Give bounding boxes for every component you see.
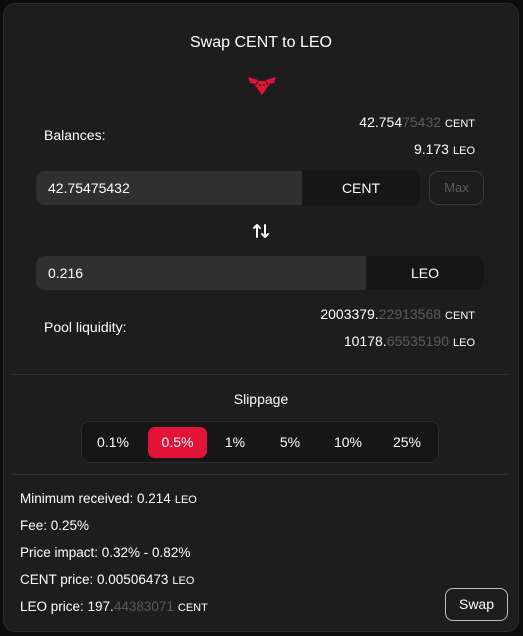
leo-balance-unit: LEO bbox=[452, 145, 475, 157]
from-amount-input[interactable]: 42.75475432 bbox=[48, 180, 130, 196]
leo-price-value: 197. bbox=[87, 599, 114, 614]
divider bbox=[12, 474, 508, 475]
balances-label: Balances: bbox=[44, 127, 106, 143]
slippage-option-1[interactable]: 1% bbox=[213, 427, 257, 458]
slippage-option-10[interactable]: 10% bbox=[321, 427, 375, 458]
leo-balance-value: 9.173 bbox=[413, 141, 449, 157]
pool-leo-liquidity: 10178.65535190 LEO bbox=[344, 333, 475, 349]
pool-cent-value: 2003379. bbox=[320, 306, 379, 322]
slippage-selector: 0.1% 0.5% 1% 5% 10% 25% bbox=[81, 421, 439, 463]
slippage-option-0-1[interactable]: 0.1% bbox=[88, 427, 138, 458]
fee-text: Fee: 0.25% bbox=[20, 518, 90, 533]
leo-price-unit: CENT bbox=[177, 602, 208, 614]
cent-balance: 42.75475432 CENT bbox=[359, 114, 475, 130]
price-impact-text: Price impact: 0.32% - 0.82% bbox=[20, 545, 191, 560]
leo-price-label: LEO price: bbox=[20, 599, 88, 614]
minimum-received-label: Minimum received: bbox=[20, 491, 138, 506]
from-currency: CENT bbox=[302, 171, 420, 205]
divider bbox=[12, 374, 508, 375]
slippage-option-0-5[interactable]: 0.5% bbox=[148, 427, 207, 458]
pool-cent-unit: CENT bbox=[445, 310, 475, 322]
cent-price-unit: LEO bbox=[172, 575, 195, 587]
slippage-option-5[interactable]: 5% bbox=[265, 427, 315, 458]
cent-balance-value: 42.754 bbox=[359, 114, 403, 130]
swap-arrows-icon[interactable] bbox=[251, 221, 271, 241]
pool-leo-decimals: 65535190 bbox=[386, 333, 449, 349]
pool-leo-value: 10178. bbox=[343, 333, 387, 349]
pool-cent-decimals: 22913568 bbox=[378, 306, 442, 322]
slippage-option-25[interactable]: 25% bbox=[380, 427, 434, 458]
leo-price-decimals: 44383071 bbox=[113, 599, 174, 614]
pool-leo-unit: LEO bbox=[452, 337, 475, 349]
leo-balance: 9.173 LEO bbox=[414, 141, 475, 157]
slippage-title: Slippage bbox=[233, 391, 289, 407]
swap-card: Swap CENT to LEO Balances: 42.75475432 CE… bbox=[3, 3, 519, 632]
cent-balance-decimals: 75432 bbox=[402, 114, 442, 130]
cent-price-value: 0.00506473 bbox=[97, 572, 169, 587]
minimum-received-unit: LEO bbox=[174, 494, 197, 506]
cent-balance-unit: CENT bbox=[445, 118, 475, 130]
pool-liquidity-label: Pool liquidity: bbox=[44, 319, 127, 335]
minimum-received: Minimum received: 0.214 LEO bbox=[20, 491, 197, 506]
from-amount-field[interactable]: 42.75475432 CENT bbox=[36, 171, 420, 205]
leo-price: LEO price: 197.44383071 CENT bbox=[20, 599, 208, 614]
page-title: Swap CENT to LEO bbox=[190, 34, 332, 51]
swap-button[interactable]: Swap bbox=[445, 588, 508, 621]
leo-lion-logo-icon bbox=[248, 77, 276, 95]
pool-cent-liquidity: 2003379.22913568 CENT bbox=[320, 306, 475, 322]
to-currency: LEO bbox=[366, 256, 484, 290]
cent-price-label: CENT price: bbox=[20, 572, 98, 587]
to-amount-input[interactable]: 0.216 bbox=[48, 265, 83, 281]
to-amount-field[interactable]: 0.216 LEO bbox=[36, 256, 484, 290]
max-button[interactable]: Max bbox=[429, 171, 484, 205]
cent-price: CENT price: 0.00506473 LEO bbox=[20, 572, 194, 587]
minimum-received-value: 0.214 bbox=[137, 491, 171, 506]
